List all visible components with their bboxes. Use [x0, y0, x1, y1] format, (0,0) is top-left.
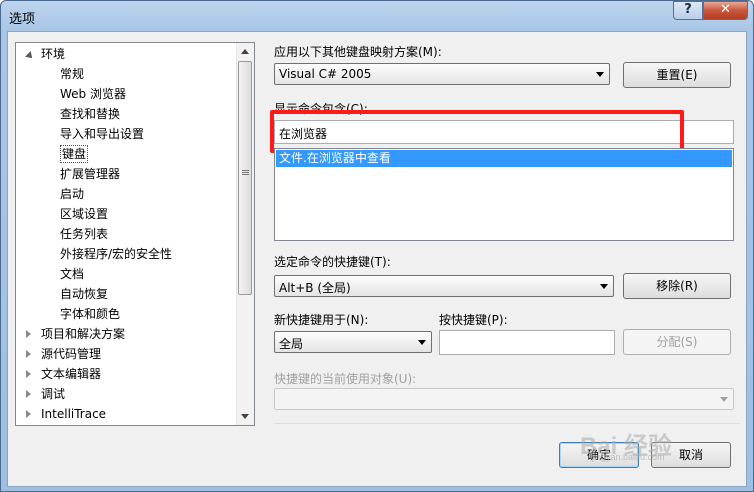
tree-item[interactable]: 文档	[16, 265, 238, 283]
expand-open-icon[interactable]	[25, 51, 35, 61]
tree-item-label: 外接程序/宏的安全性	[60, 247, 173, 261]
chevron-down-icon	[720, 397, 728, 402]
watermark-url: jingyan.baidu.com	[592, 452, 665, 462]
command-list[interactable]: 文件.在浏览器中查看	[274, 148, 734, 241]
tree-item[interactable]: 键盘	[16, 145, 238, 163]
mapping-scheme-label: 应用以下其他键盘映射方案(M):	[274, 45, 442, 59]
tree-item[interactable]: 常规	[16, 65, 238, 83]
tree-item-label: 环境	[41, 47, 66, 61]
current-use-label: 快捷键的当前使用对象(U):	[274, 372, 417, 386]
options-dialog: 选项 ? ✕ 环境常规 Web 浏览器 查找和替换导入和导出设置键盘扩展管理器启动区…	[0, 0, 754, 492]
use-new-shortcut-select[interactable]: 全局	[274, 331, 432, 353]
tree-item[interactable]: 调试	[16, 385, 238, 403]
expand-closed-icon[interactable]	[26, 410, 31, 418]
mapping-scheme-value: Visual C# 2005	[279, 67, 372, 81]
press-keys-input[interactable]	[439, 330, 615, 355]
remove-button[interactable]: 移除(R)	[623, 273, 731, 299]
close-button[interactable]: ✕	[703, 1, 748, 20]
reset-button[interactable]: 重置(E)	[623, 62, 731, 88]
expand-closed-icon[interactable]	[26, 350, 31, 358]
tree-item[interactable]: 扩展管理器	[16, 165, 238, 183]
tree-item[interactable]: 启动	[16, 185, 238, 203]
tree-item-label: 查找和替换	[60, 107, 121, 121]
tree-item-label: IntelliTrace	[41, 407, 107, 421]
tree-item[interactable]: 任务列表	[16, 225, 238, 243]
tree-scrollbar[interactable]	[236, 43, 254, 425]
window-title: 选项	[9, 12, 36, 27]
command-list-item-selected[interactable]: 文件.在浏览器中查看	[276, 150, 732, 167]
tree-item[interactable]: 环境	[16, 45, 238, 63]
divider	[274, 423, 740, 424]
title-bar: 选项 ? ✕	[1, 1, 753, 29]
tree-item-label: 常规	[60, 67, 85, 81]
scroll-thumb[interactable]	[238, 61, 252, 295]
tree-item-label: 字体和颜色	[60, 307, 121, 321]
assign-button[interactable]: 分配(S)	[623, 329, 731, 355]
shortcuts-select[interactable]: Alt+B (全局)	[274, 275, 614, 297]
tree-item-label: 调试	[41, 387, 66, 401]
tree-item[interactable]: 自动恢复	[16, 285, 238, 303]
help-button[interactable]: ?	[673, 1, 703, 20]
press-keys-label: 按快捷键(P):	[439, 313, 508, 327]
tree-item-label: 区域设置	[60, 207, 109, 221]
highlight-annotation	[270, 110, 684, 153]
expand-closed-icon[interactable]	[26, 370, 31, 378]
tree-item-label: 自动恢复	[60, 287, 109, 301]
expand-closed-icon[interactable]	[26, 330, 31, 338]
mapping-scheme-select[interactable]: Visual C# 2005	[274, 63, 610, 85]
tree-item[interactable]: 文本编辑器	[16, 365, 238, 383]
tree-item-label: 项目和解决方案	[41, 327, 126, 341]
tree-item-label: 文本编辑器	[41, 367, 102, 381]
dialog-body: 环境常规 Web 浏览器 查找和替换导入和导出设置键盘扩展管理器启动区域设置任务列表…	[7, 31, 747, 487]
tree-item[interactable]: Web 浏览器	[16, 85, 238, 103]
tree-item[interactable]: 项目和解决方案	[16, 325, 238, 343]
chevron-down-icon	[596, 72, 604, 77]
current-use-select[interactable]	[274, 388, 734, 410]
tree-item[interactable]: 源代码管理	[16, 345, 238, 363]
tree-item-label: 任务列表	[60, 227, 109, 241]
chevron-down-icon	[418, 340, 426, 345]
tree-item-label: 源代码管理	[41, 347, 102, 361]
expand-closed-icon[interactable]	[26, 390, 31, 398]
use-new-shortcut-label: 新快捷键用于(N):	[274, 313, 369, 327]
tree-item-label: 启动	[60, 187, 85, 201]
scroll-down-icon[interactable]	[241, 414, 249, 419]
tree-item-label: 键盘	[60, 145, 89, 163]
tree-item[interactable]: 导入和导出设置	[16, 125, 238, 143]
shortcuts-value: Alt+B (全局)	[279, 281, 351, 295]
chevron-down-icon	[600, 284, 608, 289]
use-new-shortcut-value: 全局	[279, 337, 304, 351]
tree-item[interactable]: 查找和替换	[16, 105, 238, 123]
tree-item[interactable]: 区域设置	[16, 205, 238, 223]
shortcuts-label: 选定命令的快捷键(T):	[274, 255, 391, 269]
tree-item[interactable]: 字体和颜色	[16, 305, 238, 323]
options-tree[interactable]: 环境常规 Web 浏览器 查找和替换导入和导出设置键盘扩展管理器启动区域设置任务列表…	[15, 42, 255, 426]
tree-item-label: 扩展管理器	[60, 167, 121, 181]
tree-item[interactable]: 外接程序/宏的安全性	[16, 245, 238, 263]
scroll-up-icon[interactable]	[241, 49, 249, 54]
tree-item-label: 文档	[60, 267, 85, 281]
tree-item-label: 导入和导出设置	[60, 127, 145, 141]
tree-item-label: Web 浏览器	[60, 87, 126, 101]
tree-item[interactable]: IntelliTrace	[16, 405, 238, 423]
